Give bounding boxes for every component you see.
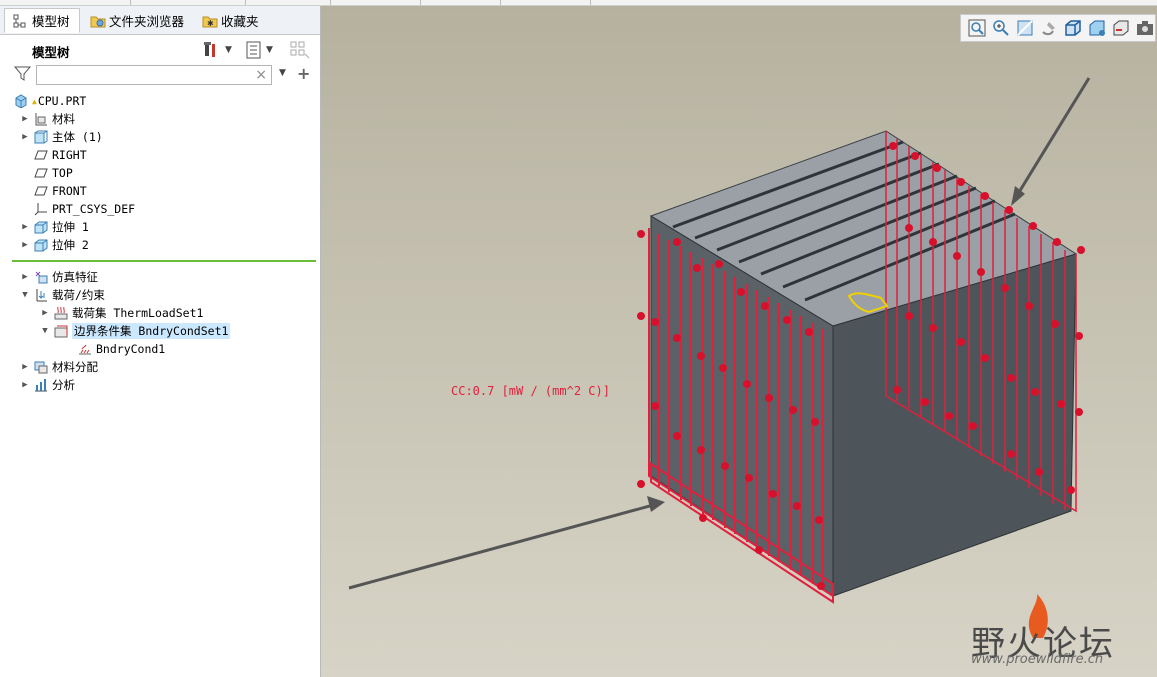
filter-icon[interactable] [13, 66, 32, 82]
tree-item-label: 材料分配 [52, 360, 98, 374]
expand-arrow-icon[interactable]: ▶ [20, 362, 30, 372]
tree-item-label: RIGHT [52, 148, 87, 162]
tree-item-therm-load-set[interactable]: ▶ 载荷集 ThermLoadSet1 [40, 304, 203, 322]
load-set-icon [54, 306, 68, 320]
tree-item-extrude-2[interactable]: ▶ 拉伸 2 [20, 236, 89, 254]
tree-item-label: BndryCond1 [96, 342, 166, 356]
expand-arrow-icon[interactable]: ▶ [20, 272, 30, 282]
search-field[interactable] [40, 67, 254, 85]
tree-item-loads-constraints[interactable]: ▼ 载荷/约束 [20, 286, 105, 304]
datum-plane-icon [34, 184, 48, 198]
bc-icon [78, 342, 92, 356]
annotation-arrow-top [1011, 77, 1091, 203]
search-input[interactable]: × [36, 65, 272, 85]
tree-item-label: 边界条件集 BndryCondSet1 [72, 323, 231, 339]
part-icon [14, 94, 28, 109]
tree-item-label: 载荷集 ThermLoadSet1 [72, 306, 204, 320]
warning-icon: ▲ [32, 96, 37, 106]
tab-label: 文件夹浏览器 [109, 14, 185, 29]
expand-arrow-icon[interactable]: ▶ [20, 222, 30, 232]
folder-browser-icon [90, 14, 106, 28]
model-canvas [348, 77, 1091, 638]
tab-folder-browser[interactable]: 文件夹浏览器 [82, 8, 192, 33]
list-view-icon [246, 41, 262, 59]
model-tree-icon [13, 14, 27, 28]
chevron-down-icon: ▼ [266, 45, 273, 55]
expand-arrow-icon[interactable]: ▶ [20, 114, 30, 124]
navigator-panel: 模型树 文件夹浏览器 ✱ 收藏夹 模型树 ▼ ▼ × ▼ + ▲ CPU.PRT… [0, 6, 321, 677]
graphics-viewport[interactable]: CC:0.7 [mW / (mm^2 C)] 野火论坛 www.proewild… [321, 6, 1157, 677]
add-filter-icon[interactable]: + [297, 64, 310, 83]
collapse-arrow-icon[interactable]: ▼ [20, 290, 30, 300]
datum-plane-icon [34, 148, 48, 162]
tab-label: 模型树 [32, 14, 70, 29]
tab-favorites[interactable]: ✱ 收藏夹 [194, 8, 267, 33]
tree-item-label: FRONT [52, 184, 87, 198]
sim-feature-icon [34, 270, 48, 284]
search-options-chevron-icon[interactable]: ▼ [279, 68, 286, 78]
analysis-icon [34, 378, 48, 392]
tree-item-label: CPU.PRT [37, 94, 87, 108]
tree-item-material[interactable]: ▶ 材料 [20, 110, 75, 128]
tree-columns-icon [290, 40, 310, 60]
tree-item-sim-features[interactable]: ▶ 仿真特征 [20, 268, 98, 286]
loads-constraints-icon [34, 288, 48, 302]
tree-item-material-assign[interactable]: ▶ 材料分配 [20, 358, 98, 376]
expand-arrow-icon[interactable]: ▶ [20, 132, 30, 142]
extrude-icon [34, 238, 48, 252]
tree-item-front[interactable]: FRONT [34, 182, 87, 200]
navigator-tabs: 模型树 文件夹浏览器 ✱ 收藏夹 [0, 6, 320, 35]
tree-item-label: 拉伸 1 [52, 220, 89, 234]
tree-item-analysis[interactable]: ▶ 分析 [20, 376, 75, 394]
section-divider [12, 260, 316, 262]
tree-root-cpu-prt[interactable]: ▲ CPU.PRT [14, 92, 86, 110]
clear-search-icon[interactable]: × [255, 66, 267, 84]
expand-arrow-icon[interactable]: ▶ [20, 380, 30, 390]
csys-icon [34, 202, 48, 216]
datum-plane-icon [34, 166, 48, 180]
svg-text:✱: ✱ [207, 19, 214, 28]
tools-icon [202, 40, 222, 60]
favorites-icon: ✱ [202, 14, 218, 28]
collapse-arrow-icon[interactable]: ▼ [40, 326, 50, 336]
bc-annotation-label: CC:0.7 [mW / (mm^2 C)] [451, 384, 610, 398]
tree-item-extrude-1[interactable]: ▶ 拉伸 1 [20, 218, 89, 236]
show-menu-button[interactable]: ▼ [246, 40, 273, 60]
tree-item-label: 分析 [52, 378, 75, 392]
expand-arrow-icon[interactable]: ▶ [40, 308, 50, 318]
tree-item-label: TOP [52, 166, 73, 180]
chevron-down-icon: ▼ [225, 45, 232, 55]
tree-item-label: 载荷/约束 [52, 288, 105, 302]
watermark-url: www.proewildfire.cn [971, 652, 1104, 667]
material-icon [34, 112, 48, 126]
tree-item-csys[interactable]: PRT_CSYS_DEF [34, 200, 135, 218]
tree-item-label: 主体 (1) [52, 130, 103, 144]
tree-item-top[interactable]: TOP [34, 164, 73, 182]
tree-item-body[interactable]: ▶ 主体 (1) [20, 128, 103, 146]
tree-settings-button[interactable]: ▼ [202, 40, 232, 60]
tree-item-label: 拉伸 2 [52, 238, 89, 252]
tree-item-bndry-cond[interactable]: BndryCond1 [78, 340, 165, 358]
tab-model-tree[interactable]: 模型树 [4, 8, 80, 33]
annotation-arrow-bottom [348, 502, 658, 590]
body-icon [34, 130, 48, 144]
tab-label: 收藏夹 [221, 14, 259, 29]
tree-item-label: 材料 [52, 112, 75, 126]
expand-arrow-icon[interactable]: ▶ [20, 240, 30, 250]
tree-columns-button[interactable] [290, 40, 310, 60]
tree-item-label: PRT_CSYS_DEF [52, 202, 136, 216]
material-assign-icon [34, 360, 48, 374]
extrude-icon [34, 220, 48, 234]
tree-item-right[interactable]: RIGHT [34, 146, 87, 164]
panel-title: 模型树 [32, 45, 70, 60]
bc-set-icon [54, 324, 68, 338]
tree-item-label: 仿真特征 [52, 270, 98, 284]
tree-item-bc-set[interactable]: ▼ 边界条件集 BndryCondSet1 [40, 322, 231, 340]
